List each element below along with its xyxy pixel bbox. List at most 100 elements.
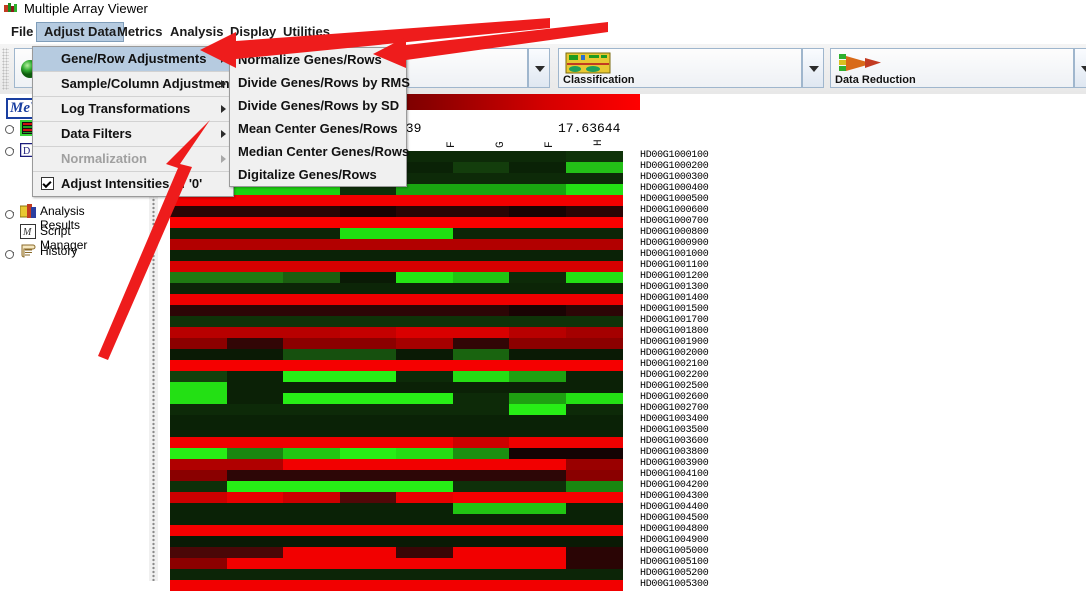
heatmap-cell[interactable]: [226, 569, 284, 580]
menu-file[interactable]: File: [4, 23, 40, 41]
heatmap-cell[interactable]: [509, 239, 567, 250]
heatmap-cell[interactable]: [565, 261, 623, 272]
heatmap-row[interactable]: [170, 250, 623, 261]
heatmap-cell[interactable]: [396, 228, 454, 239]
heatmap-cell[interactable]: [339, 503, 397, 514]
heatmap-cell[interactable]: [170, 481, 228, 492]
heatmap-cell[interactable]: [170, 393, 228, 404]
heatmap-cell[interactable]: [452, 283, 510, 294]
heatmap-cell[interactable]: [283, 580, 341, 591]
expander-icon[interactable]: [5, 146, 15, 156]
heatmap-cell[interactable]: [283, 327, 341, 338]
heatmap-cell[interactable]: [565, 184, 623, 195]
heatmap-cell[interactable]: [452, 294, 510, 305]
heatmap-cell[interactable]: [452, 481, 510, 492]
heatmap-cell[interactable]: [452, 382, 510, 393]
submenu-item-normalize-genes-rows[interactable]: Normalize Genes/Rows: [230, 48, 406, 71]
toolbar-button-data-reduction[interactable]: Data Reduction: [830, 48, 1074, 88]
heatmap-cell[interactable]: [283, 239, 341, 250]
submenu-item-median-center-genes-rows[interactable]: Median Center Genes/Rows: [230, 140, 409, 163]
heatmap-cell[interactable]: [452, 580, 510, 591]
heatmap-row[interactable]: [170, 437, 623, 448]
heatmap-cell[interactable]: [565, 360, 623, 371]
heatmap-cell[interactable]: [339, 470, 397, 481]
heatmap-cell[interactable]: [565, 195, 623, 206]
heatmap-cell[interactable]: [226, 503, 284, 514]
heatmap-cell[interactable]: [339, 448, 397, 459]
heatmap-cell[interactable]: [396, 305, 454, 316]
menu-utilities[interactable]: Utilities: [276, 23, 337, 41]
heatmap-cell[interactable]: [509, 514, 567, 525]
heatmap-cell[interactable]: [226, 393, 284, 404]
heatmap-cell[interactable]: [509, 151, 567, 162]
heatmap-cell[interactable]: [396, 580, 454, 591]
heatmap-cell[interactable]: [339, 580, 397, 591]
heatmap-cell[interactable]: [283, 393, 341, 404]
heatmap-cell[interactable]: [170, 371, 228, 382]
heatmap-row[interactable]: [170, 349, 623, 360]
heatmap-cell[interactable]: [452, 470, 510, 481]
heatmap-cell[interactable]: [509, 349, 567, 360]
heatmap-cell[interactable]: [396, 514, 454, 525]
submenu-item-digitalize-genes-rows[interactable]: Digitalize Genes/Rows: [230, 163, 406, 186]
heatmap-cell[interactable]: [170, 437, 228, 448]
heatmap-cell[interactable]: [170, 338, 228, 349]
heatmap-cell[interactable]: [452, 459, 510, 470]
heatmap-cell[interactable]: [226, 338, 284, 349]
heatmap-cell[interactable]: [170, 525, 228, 536]
heatmap-row[interactable]: [170, 492, 623, 503]
heatmap-cell[interactable]: [452, 558, 510, 569]
heatmap-row[interactable]: [170, 261, 623, 272]
heatmap-cell[interactable]: [226, 371, 284, 382]
heatmap-cell[interactable]: [339, 437, 397, 448]
heatmap-cell[interactable]: [339, 569, 397, 580]
heatmap-cell[interactable]: [509, 415, 567, 426]
heatmap-row[interactable]: [170, 294, 623, 305]
heatmap-cell[interactable]: [339, 536, 397, 547]
heatmap-row[interactable]: [170, 481, 623, 492]
heatmap-cell[interactable]: [339, 547, 397, 558]
heatmap-cell[interactable]: [565, 250, 623, 261]
heatmap-cell[interactable]: [396, 404, 454, 415]
heatmap-cell[interactable]: [509, 503, 567, 514]
heatmap-cell[interactable]: [396, 360, 454, 371]
toolbar-button-blank-dropdown[interactable]: [528, 48, 550, 88]
heatmap-cell[interactable]: [170, 327, 228, 338]
heatmap-cell[interactable]: [509, 228, 567, 239]
heatmap-cell[interactable]: [226, 239, 284, 250]
heatmap-cell[interactable]: [452, 305, 510, 316]
heatmap-cell[interactable]: [226, 294, 284, 305]
heatmap-cell[interactable]: [396, 547, 454, 558]
heatmap-cell[interactable]: [565, 272, 623, 283]
heatmap-cell[interactable]: [452, 206, 510, 217]
heatmap-cell[interactable]: [396, 250, 454, 261]
heatmap-cell[interactable]: [509, 195, 567, 206]
toolbar-button-data-reduction-dropdown[interactable]: [1074, 48, 1086, 88]
toolbar-button-classification-dropdown[interactable]: [802, 48, 824, 88]
heatmap-cell[interactable]: [565, 349, 623, 360]
checkbox-checked-icon[interactable]: [41, 177, 54, 190]
heatmap-cell[interactable]: [226, 283, 284, 294]
heatmap-cell[interactable]: [170, 316, 228, 327]
heatmap-row[interactable]: [170, 426, 623, 437]
heatmap-cell[interactable]: [283, 305, 341, 316]
heatmap-cell[interactable]: [339, 294, 397, 305]
heatmap-cell[interactable]: [226, 580, 284, 591]
heatmap-cell[interactable]: [339, 261, 397, 272]
heatmap-cell[interactable]: [339, 272, 397, 283]
heatmap-cell[interactable]: [339, 195, 397, 206]
heatmap-cell[interactable]: [283, 426, 341, 437]
heatmap-cell[interactable]: [509, 283, 567, 294]
heatmap-cell[interactable]: [339, 305, 397, 316]
heatmap-cell[interactable]: [396, 338, 454, 349]
heatmap-row[interactable]: [170, 404, 623, 415]
heatmap-cell[interactable]: [339, 217, 397, 228]
heatmap-row[interactable]: [170, 239, 623, 250]
heatmap-cell[interactable]: [396, 492, 454, 503]
heatmap-cell[interactable]: [339, 316, 397, 327]
heatmap-cell[interactable]: [565, 437, 623, 448]
heatmap-cell[interactable]: [565, 371, 623, 382]
heatmap-cell[interactable]: [452, 437, 510, 448]
heatmap-cell[interactable]: [283, 569, 341, 580]
heatmap-cell[interactable]: [509, 327, 567, 338]
